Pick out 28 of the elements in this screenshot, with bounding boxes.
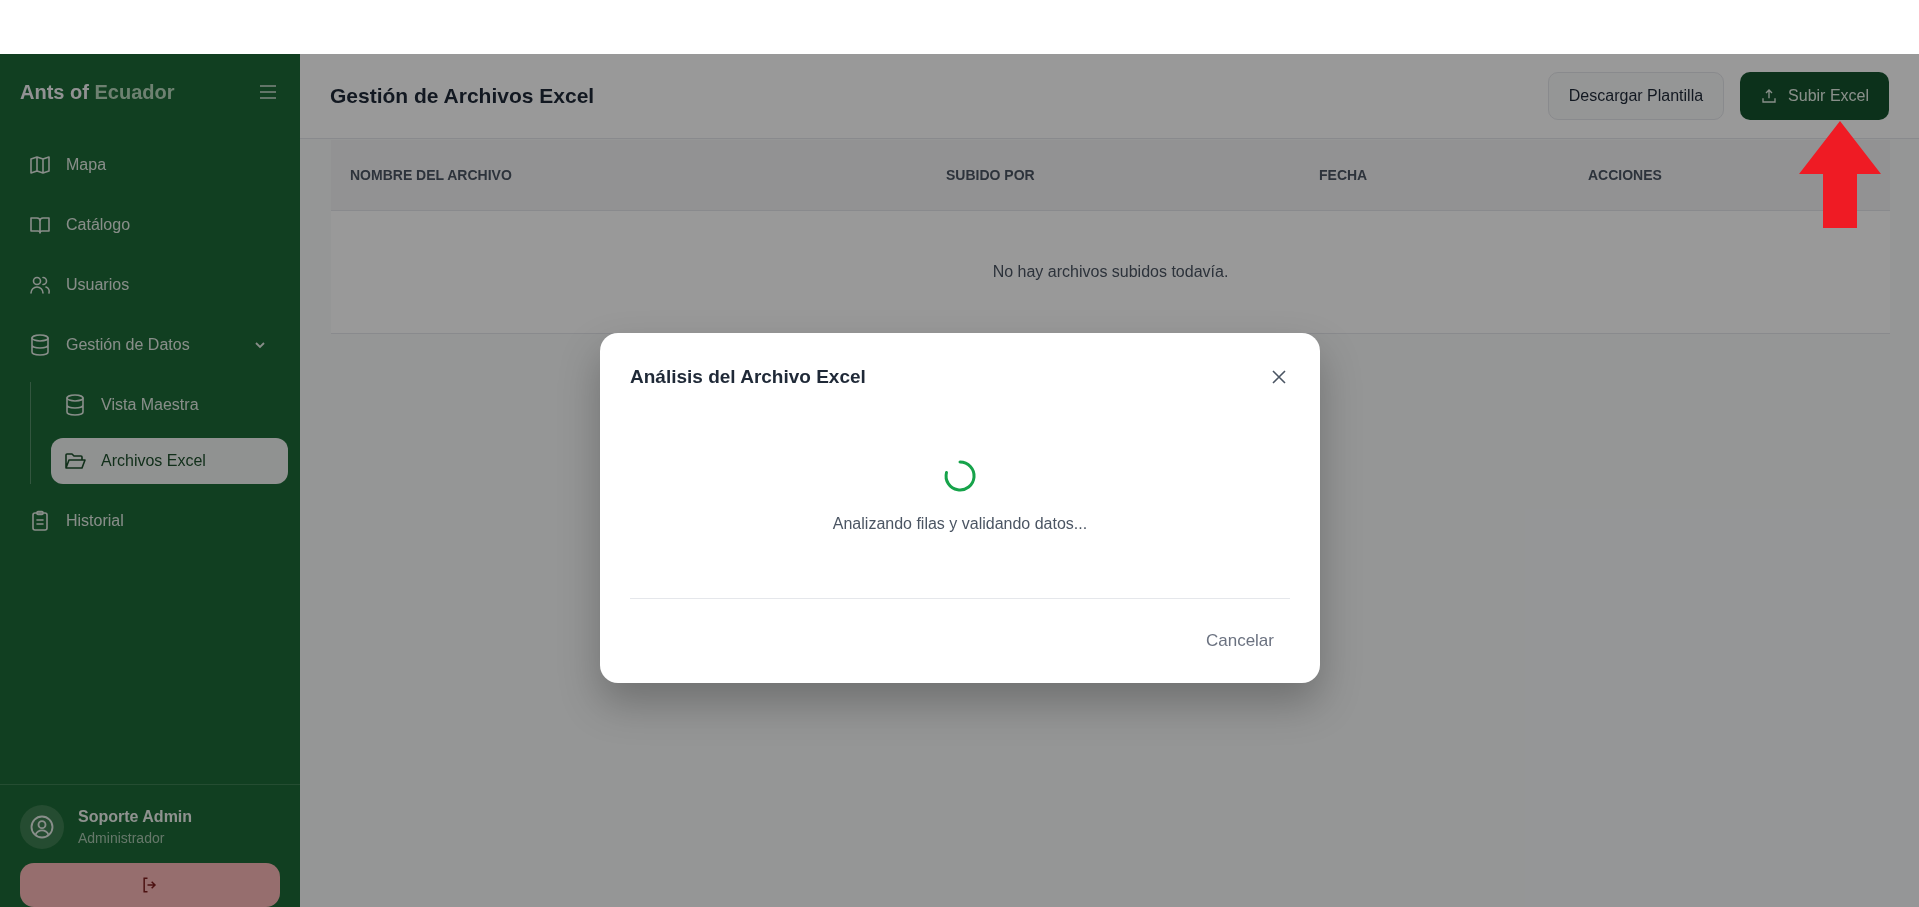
sidebar-item[interactable]: Archivos Excel [51, 438, 288, 484]
user-name: Soporte Admin [78, 808, 193, 826]
brand-logo: Ants of Ecuador [20, 80, 175, 104]
sidebar-item[interactable]: Usuarios [24, 262, 280, 308]
map-icon [28, 153, 52, 177]
sidebar-item[interactable]: Vista Maestra [51, 382, 288, 428]
upload-button[interactable]: Subir Excel [1740, 72, 1889, 120]
avatar-icon [20, 805, 64, 849]
logout-button[interactable] [20, 863, 280, 907]
column-header: NOMBRE DEL ARCHIVO [349, 167, 513, 183]
loading-spinner-icon [943, 458, 977, 493]
column-header: FECHA [1318, 167, 1369, 183]
loading-message: Analizando filas y validando datos... [832, 514, 1088, 533]
sidebar-item[interactable]: Catálogo [24, 202, 280, 248]
user-role: Administrador [78, 830, 166, 846]
column-header: ACCIONES [1587, 167, 1663, 183]
database-icon [63, 393, 87, 417]
sidebar-item[interactable]: Historial [24, 498, 280, 544]
cancel-button[interactable]: Cancelar [1189, 623, 1290, 659]
sidebar-item[interactable]: Gestión de Datos [24, 322, 280, 368]
column-header: SUBIDO POR [945, 167, 1036, 183]
download-template-button[interactable]: Descargar Plantilla [1547, 72, 1725, 120]
page-title: Gestión de Archivos Excel [330, 84, 596, 108]
upload-icon [1760, 87, 1779, 105]
database-icon [28, 333, 52, 357]
dialog-title: Análisis del Archivo Excel [630, 366, 866, 388]
sidebar-item[interactable]: Mapa [24, 142, 280, 188]
empty-message: No hay archivos subidos todavía. [992, 263, 1229, 281]
